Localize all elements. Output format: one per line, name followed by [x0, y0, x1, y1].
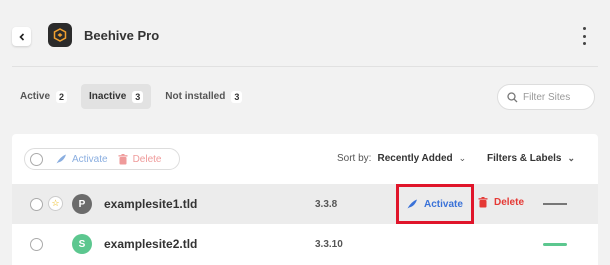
tab-inactive[interactable]: Inactive 3 — [81, 84, 152, 109]
back-button[interactable] — [12, 27, 31, 46]
status-indicator — [543, 243, 567, 246]
tab-not-installed[interactable]: Not installed 3 — [157, 84, 250, 109]
status-tabs: Active 2 Inactive 3 Not installed 3 — [12, 84, 250, 109]
filter-sites-field[interactable] — [497, 84, 595, 110]
chevron-down-icon: ⌄ — [567, 153, 576, 163]
activate-label: Activate — [424, 198, 463, 210]
filter-sites-input[interactable] — [523, 91, 589, 103]
delete-button[interactable]: Delete — [478, 197, 524, 208]
tab-count: 3 — [231, 90, 243, 103]
more-options-icon[interactable] — [580, 27, 588, 45]
bulk-activate-label: Activate — [72, 153, 108, 165]
tab-count: 3 — [132, 90, 144, 103]
table-row[interactable]: ☆ P examplesite1.tld 3.3.8 Activate Dele… — [12, 184, 598, 224]
avatar: S — [72, 234, 92, 254]
chevron-down-icon: ⌄ — [458, 153, 467, 163]
status-indicator — [543, 203, 567, 205]
tab-label: Inactive — [89, 91, 127, 102]
table-row[interactable]: S examplesite2.tld 3.3.10 — [12, 224, 598, 264]
trash-icon — [478, 197, 488, 208]
hive-icon — [53, 28, 67, 42]
bulk-delete-button[interactable]: Delete — [118, 153, 162, 165]
site-name[interactable]: examplesite1.tld — [104, 197, 197, 211]
activate-button[interactable]: Activate — [396, 184, 474, 224]
chevron-left-icon — [18, 32, 24, 41]
tab-count: 2 — [56, 90, 68, 103]
sites-panel: Activate Delete Sort by: Recently Added … — [12, 134, 598, 265]
row-checkbox[interactable] — [30, 198, 43, 211]
app-logo — [48, 23, 72, 47]
trash-icon — [118, 153, 128, 164]
select-all-checkbox[interactable] — [30, 152, 43, 166]
site-version: 3.3.8 — [315, 199, 338, 210]
sort-label: Sort by: — [337, 153, 372, 164]
filters-labels-label: Filters & Labels — [487, 153, 562, 164]
avatar: P — [72, 194, 92, 214]
search-icon — [507, 91, 518, 102]
sort-dropdown[interactable]: Sort by: Recently Added ⌄ — [337, 153, 466, 164]
feather-icon — [56, 154, 66, 164]
site-version: 3.3.10 — [315, 239, 343, 250]
site-name[interactable]: examplesite2.tld — [104, 237, 197, 251]
tab-label: Not installed — [165, 91, 226, 102]
divider — [12, 66, 598, 67]
star-icon[interactable]: ☆ — [48, 196, 63, 211]
filters-labels-dropdown[interactable]: Filters & Labels ⌄ — [487, 153, 575, 164]
header: Beehive Pro — [0, 0, 610, 66]
bulk-delete-label: Delete — [132, 153, 162, 165]
tab-label: Active — [20, 91, 51, 102]
bulk-activate-button[interactable]: Activate — [55, 153, 108, 165]
tab-active[interactable]: Active 2 — [12, 84, 75, 109]
sort-value: Recently Added — [377, 153, 453, 164]
feather-icon — [407, 199, 417, 209]
row-checkbox[interactable] — [30, 238, 43, 251]
delete-label: Delete — [494, 197, 525, 208]
bulk-actions: Activate Delete — [24, 148, 180, 170]
page-title: Beehive Pro — [84, 28, 160, 43]
